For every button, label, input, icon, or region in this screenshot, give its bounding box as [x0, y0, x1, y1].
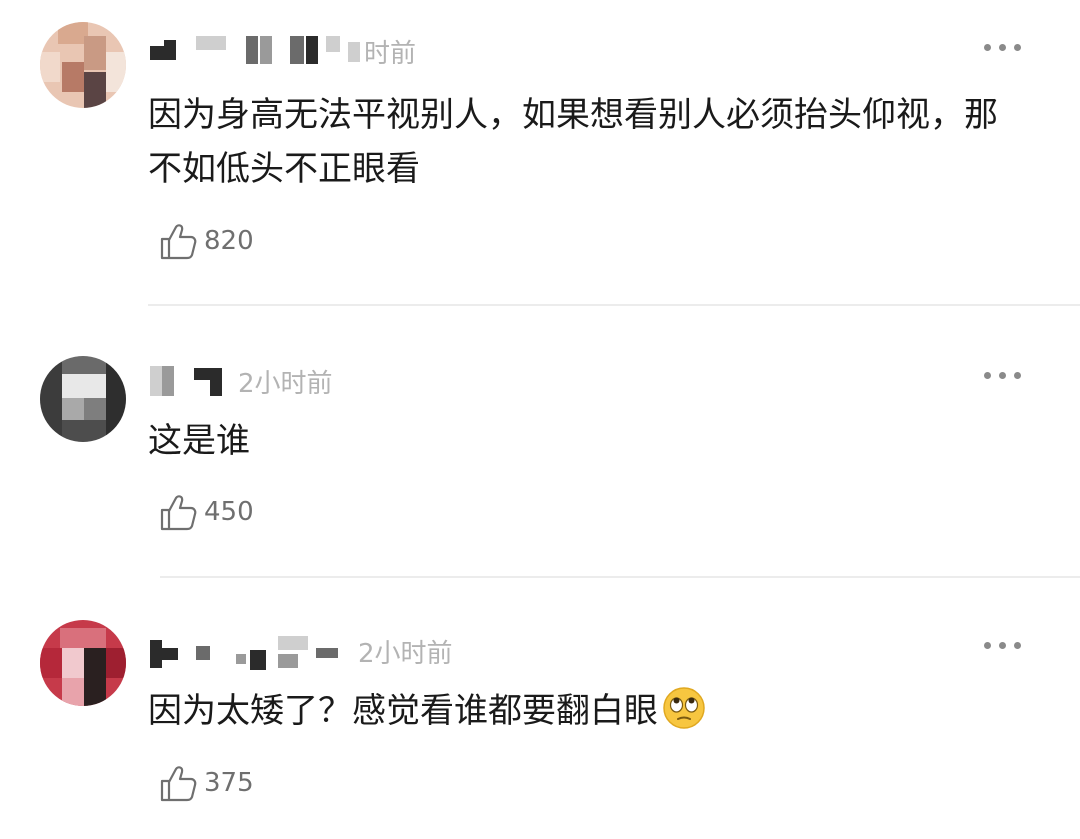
- comment-item: 2小时前 这是谁 450: [0, 350, 1080, 590]
- comment-text: 因为身高无法平视别人，如果想看别人必须抬头仰视，那不如低头不正眼看: [148, 95, 998, 189]
- comment-item: 2小时前 因为太矮了？感觉看谁都要翻白眼 375: [0, 620, 1080, 839]
- comment-text-body: 因为太矮了？感觉看谁都要翻白眼: [148, 691, 658, 731]
- divider: [160, 576, 1080, 578]
- avatar[interactable]: [40, 620, 126, 706]
- thumbs-up-icon: [160, 766, 197, 802]
- avatar[interactable]: [40, 356, 126, 442]
- like-count: 375: [204, 768, 254, 798]
- comment-text: 因为太矮了？感觉看谁都要翻白眼: [148, 684, 1030, 738]
- comment-time: 2小时前: [238, 369, 333, 399]
- comment-time: 时前: [364, 39, 417, 69]
- thumbs-up-icon: [160, 224, 197, 260]
- like-count: 450: [204, 497, 254, 527]
- divider: [148, 304, 1080, 306]
- more-dots-icon[interactable]: [984, 372, 1022, 382]
- username-blurred[interactable]: [150, 362, 230, 398]
- more-dots-icon[interactable]: [984, 642, 1022, 652]
- comment-item: 时前 因为身高无法平视别人，如果想看别人必须抬头仰视，那不如低头不正眼看 820: [0, 20, 1080, 310]
- avatar[interactable]: [40, 22, 126, 108]
- username-blurred[interactable]: [150, 632, 350, 670]
- comment-time: 2小时前: [358, 639, 453, 669]
- more-dots-icon[interactable]: [984, 44, 1022, 54]
- comment-text: 这是谁: [148, 421, 250, 461]
- eye-roll-emoji-icon: [663, 687, 705, 729]
- thumbs-up-icon: [160, 495, 197, 531]
- like-count: 820: [204, 226, 254, 256]
